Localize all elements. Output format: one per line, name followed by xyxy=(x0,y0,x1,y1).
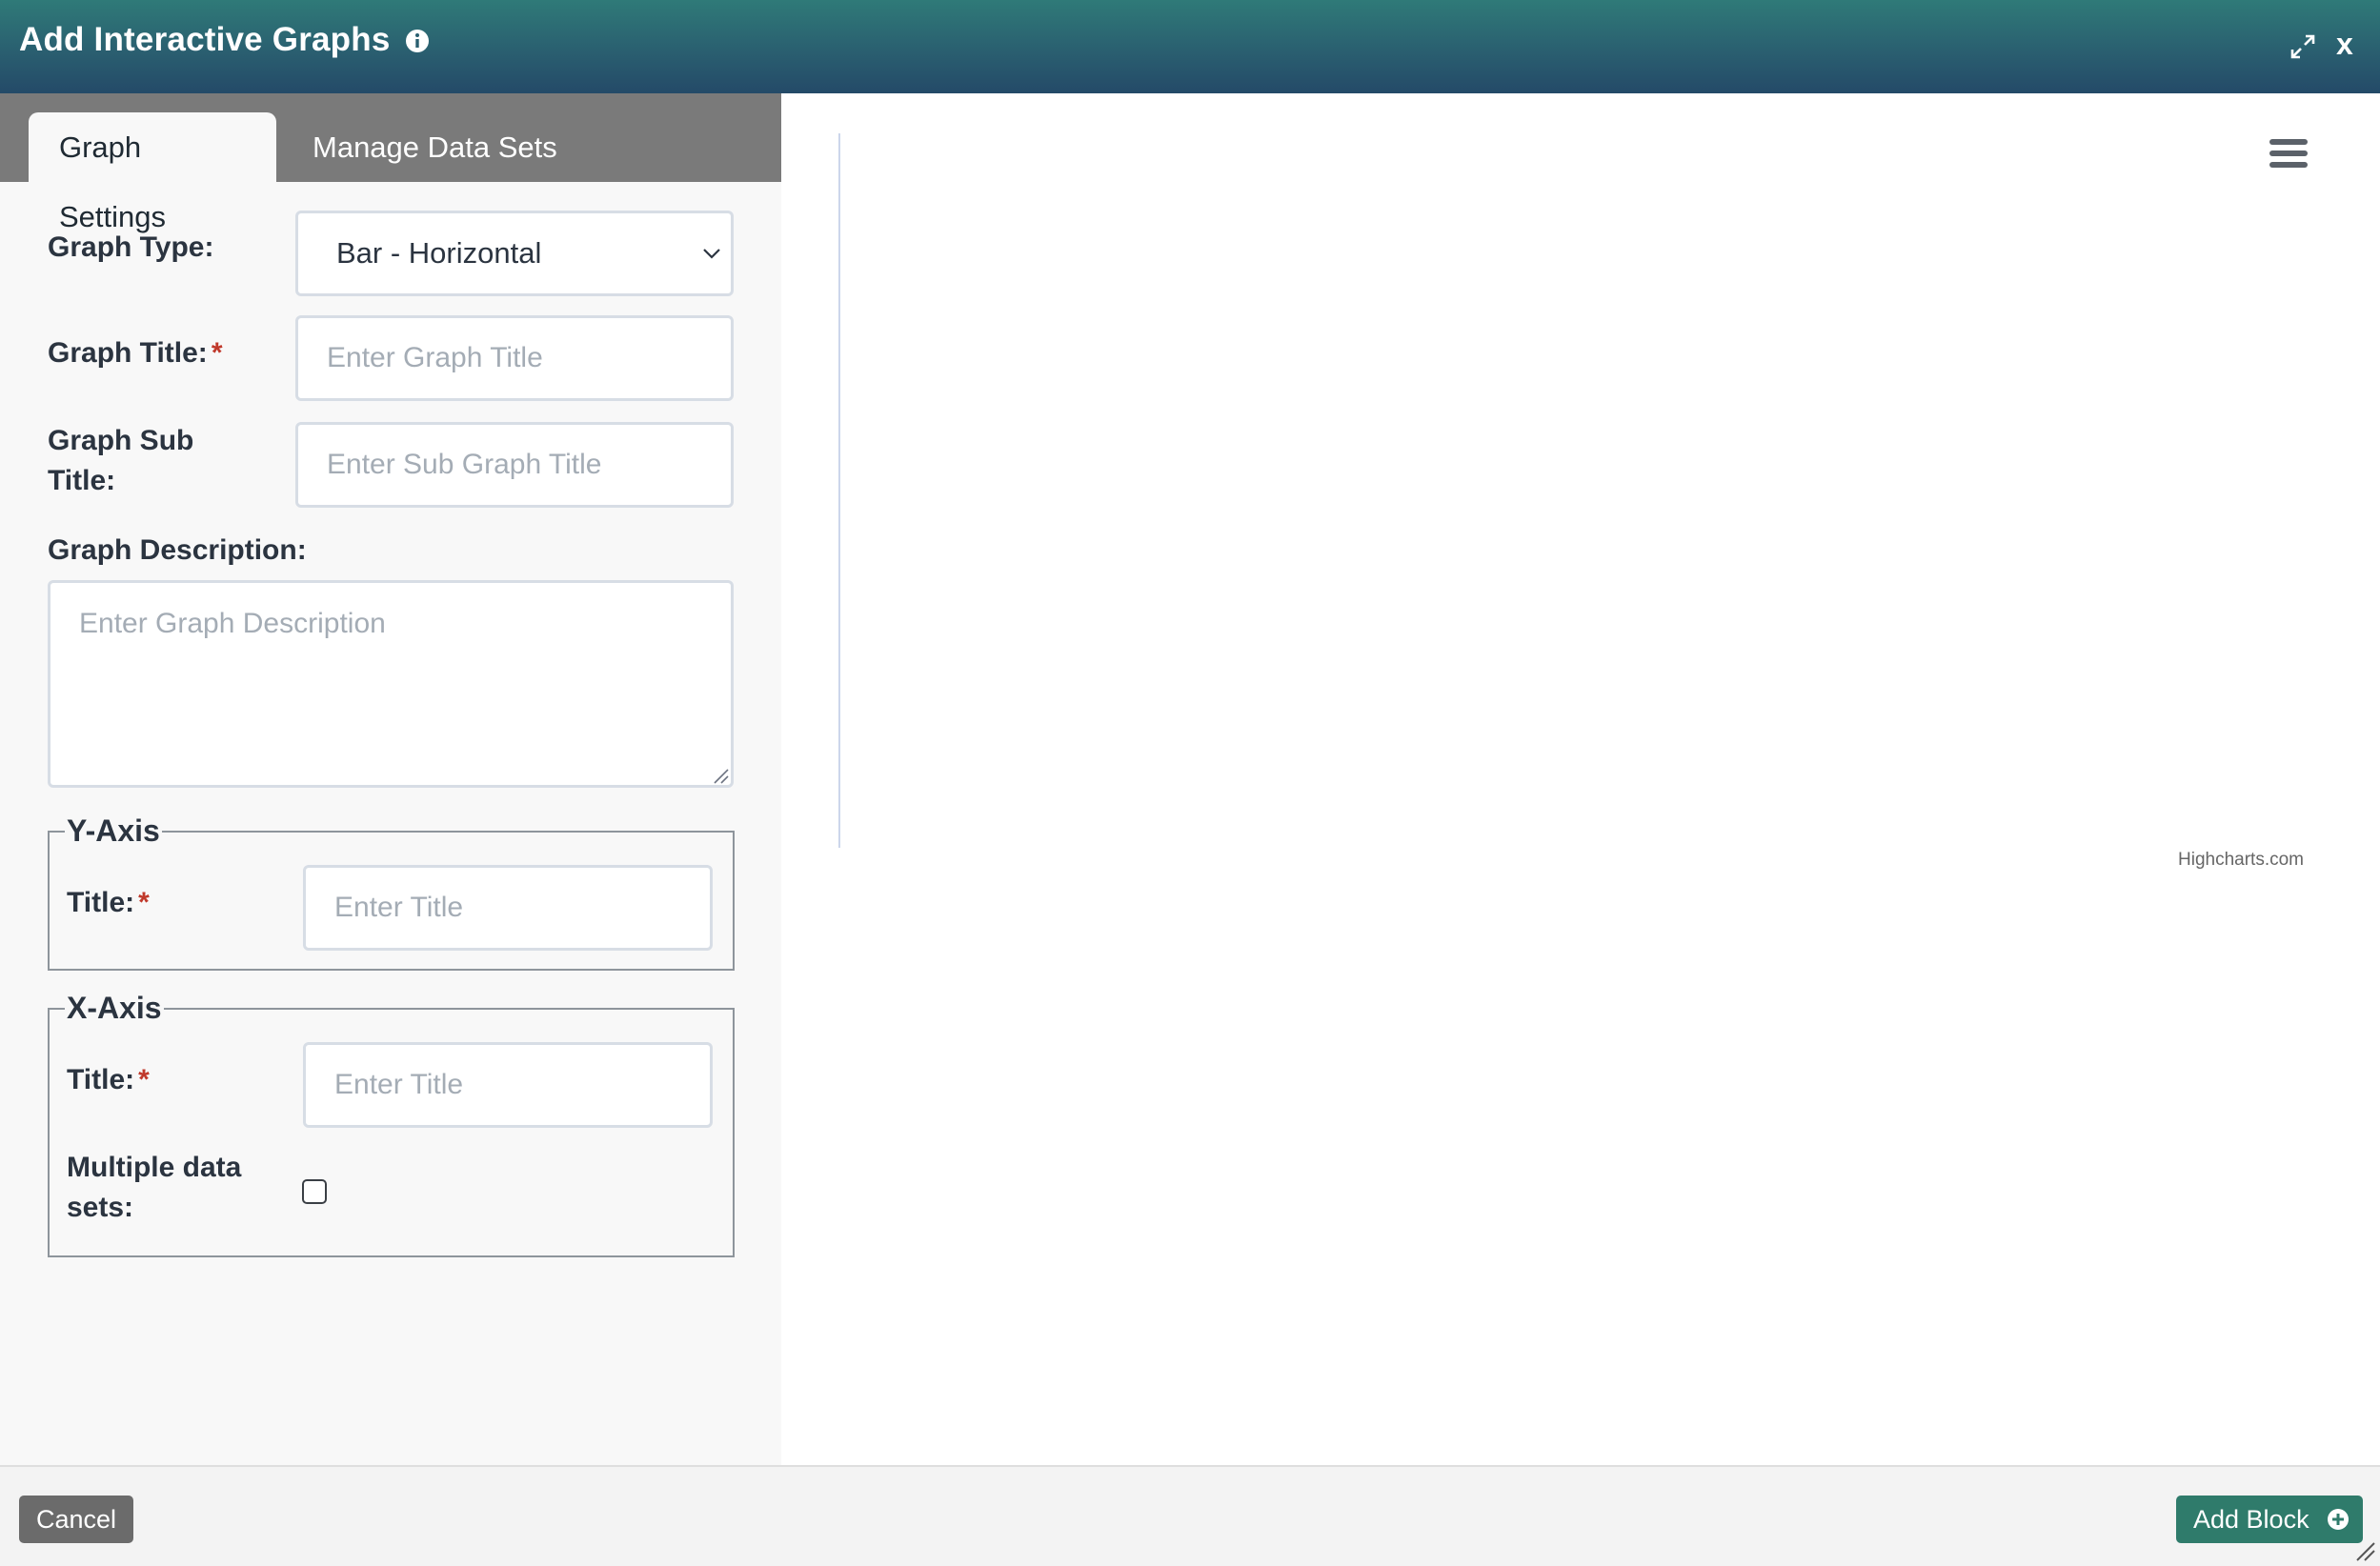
add-block-button[interactable]: Add Block xyxy=(2176,1496,2363,1543)
chart-menu-icon[interactable] xyxy=(2269,139,2308,170)
cancel-button[interactable]: Cancel xyxy=(19,1496,133,1543)
x-axis-title-label: Title: * xyxy=(67,1064,150,1095)
highcharts-credits-link[interactable]: Highcharts.com xyxy=(2178,850,2304,871)
required-marker: * xyxy=(138,1064,150,1095)
resize-grip-icon[interactable] xyxy=(713,768,730,785)
multiple-data-sets-label: Multiple data sets: xyxy=(67,1152,242,1223)
graph-type-select[interactable]: Bar - Horizontal xyxy=(295,211,734,296)
plus-circle-icon xyxy=(2328,1509,2349,1530)
window-resize-icon[interactable] xyxy=(2353,1539,2376,1562)
graph-description-label: Graph Description: xyxy=(48,534,307,566)
chevron-down-icon xyxy=(703,249,720,259)
graph-type-value: Bar - Horizontal xyxy=(336,236,542,270)
graph-subtitle-input[interactable] xyxy=(295,422,734,508)
required-marker: * xyxy=(211,337,223,369)
graph-title-label: Graph Title: * xyxy=(48,337,223,369)
settings-panel: Graph Settings Manage Data Sets Graph Ty… xyxy=(0,93,781,1465)
expand-icon[interactable] xyxy=(2289,32,2317,61)
tab-manage-data-sets[interactable]: Manage Data Sets xyxy=(282,112,588,182)
graph-description-textarea[interactable] xyxy=(48,580,734,788)
add-block-label: Add Block xyxy=(2193,1505,2309,1534)
modal-header: Add Interactive Graphs x xyxy=(0,0,2380,93)
y-axis-legend: Y-Axis xyxy=(65,812,162,850)
x-axis-legend: X-Axis xyxy=(65,989,164,1027)
info-icon[interactable] xyxy=(404,28,431,54)
graph-title-input[interactable] xyxy=(295,315,734,401)
tab-bar: Graph Settings Manage Data Sets xyxy=(0,93,781,233)
required-marker: * xyxy=(138,887,150,918)
close-button[interactable]: x xyxy=(2336,27,2353,62)
multiple-data-sets-checkbox[interactable] xyxy=(302,1179,327,1204)
y-axis-title-input[interactable] xyxy=(303,865,713,951)
y-axis-title-label: Title: * xyxy=(67,887,150,918)
graph-type-label: Graph Type: xyxy=(48,231,214,263)
modal-title: Add Interactive Graphs xyxy=(19,21,391,58)
x-axis-title-input[interactable] xyxy=(303,1042,713,1128)
graph-subtitle-label: Graph Sub Title: xyxy=(48,425,194,496)
tab-graph-settings[interactable]: Graph Settings xyxy=(29,112,276,233)
chart-axis-line xyxy=(838,133,840,848)
chart-preview xyxy=(781,93,2380,1465)
modal-footer: Cancel Add Block xyxy=(0,1465,2380,1566)
